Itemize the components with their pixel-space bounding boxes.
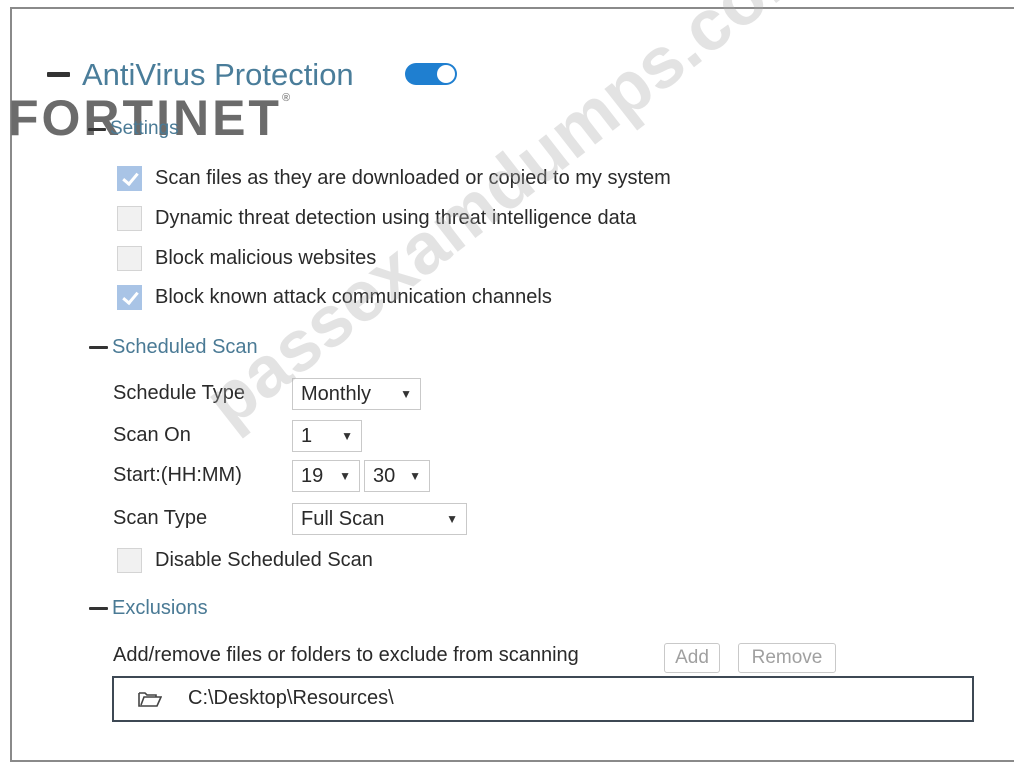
scan-type-select[interactable]: Full Scan ▼	[292, 503, 467, 535]
dropdown-arrow-icon: ▼	[446, 512, 458, 526]
schedule-type-select[interactable]: Monthly ▼	[292, 378, 421, 410]
start-minute-select[interactable]: 30 ▼	[364, 460, 430, 492]
collapse-exclusions-icon[interactable]	[89, 607, 108, 610]
settings-title: Settings	[110, 118, 179, 139]
select-value: 19	[301, 464, 324, 487]
settings-option-dynamic-threat[interactable]: Dynamic threat detection using threat in…	[117, 203, 636, 233]
checkbox-label: Scan files as they are downloaded or cop…	[155, 166, 671, 189]
start-time-label: Start:(HH:MM)	[113, 464, 242, 486]
folder-icon	[138, 691, 162, 707]
settings-option-block-malicious[interactable]: Block malicious websites	[117, 243, 376, 273]
collapse-settings-icon[interactable]	[88, 128, 106, 131]
exclusions-title: Exclusions	[112, 597, 208, 619]
settings-option-scan-files[interactable]: Scan files as they are downloaded or cop…	[117, 163, 671, 193]
antivirus-title: AntiVirus Protection	[82, 57, 354, 92]
select-value: 30	[373, 464, 396, 487]
exclusions-description: Add/remove files or folders to exclude f…	[113, 644, 579, 666]
checkbox-checked[interactable]	[117, 284, 142, 310]
select-value: 1	[301, 424, 313, 447]
exclusions-list[interactable]: C:\Desktop\Resources\	[112, 676, 974, 722]
dropdown-arrow-icon: ▼	[400, 387, 412, 401]
dropdown-arrow-icon: ▼	[341, 429, 353, 443]
dropdown-arrow-icon: ▼	[339, 469, 351, 483]
remove-exclusion-button[interactable]: Remove	[738, 643, 836, 673]
dropdown-arrow-icon: ▼	[409, 469, 421, 483]
antivirus-toggle[interactable]	[405, 63, 457, 85]
scan-on-select[interactable]: 1 ▼	[292, 420, 362, 452]
scheduled-scan-title: Scheduled Scan	[112, 336, 258, 358]
checkbox-unchecked[interactable]	[117, 245, 142, 271]
checkbox-label: Disable Scheduled Scan	[155, 548, 373, 571]
checkbox-unchecked[interactable]	[117, 205, 142, 231]
collapse-scheduled-scan-icon[interactable]	[89, 346, 108, 349]
collapse-antivirus-icon[interactable]	[47, 72, 70, 77]
list-item[interactable]: C:\Desktop\Resources\	[138, 687, 394, 710]
select-value: Monthly	[301, 382, 372, 405]
scan-on-label: Scan On	[113, 424, 191, 446]
schedule-type-label: Schedule Type	[113, 382, 245, 404]
add-exclusion-button[interactable]: Add	[664, 643, 720, 673]
checkbox-label: Block malicious websites	[155, 246, 377, 269]
settings-option-block-attack[interactable]: Block known attack communication channel…	[117, 282, 552, 312]
start-hour-select[interactable]: 19 ▼	[292, 460, 360, 492]
checkbox-label: Block known attack communication channel…	[155, 285, 552, 308]
exclusion-path: C:\Desktop\Resources\	[188, 687, 394, 709]
scan-type-label: Scan Type	[113, 507, 208, 529]
checkbox-label: Dynamic threat detection using threat in…	[155, 206, 637, 229]
checkbox-checked[interactable]	[117, 165, 142, 191]
checkbox-unchecked[interactable]	[117, 547, 142, 573]
toggle-knob	[437, 65, 455, 83]
logo-registered-mark: ®	[281, 92, 291, 104]
disable-scheduled-scan-option[interactable]: Disable Scheduled Scan	[117, 545, 373, 575]
select-value: Full Scan	[301, 507, 385, 530]
